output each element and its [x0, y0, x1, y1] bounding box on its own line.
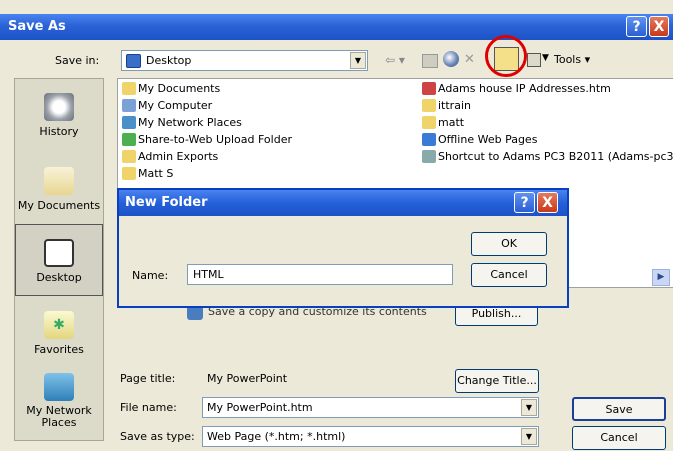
- file-name-label: File name:: [120, 401, 177, 414]
- new-folder-title: New Folder: [125, 195, 208, 210]
- network-icon: [122, 116, 136, 129]
- back-icon[interactable]: ⇦ ▾: [385, 53, 405, 67]
- search-web-icon[interactable]: [443, 51, 459, 67]
- close-button[interactable]: X: [649, 16, 669, 37]
- ok-button[interactable]: OK: [471, 232, 547, 256]
- save-as-dialog: Save As ? X Save in: Desktop ▼ ⇦ ▾ ✕ ▼ T…: [0, 0, 673, 451]
- shortcut-folder-icon: [422, 116, 436, 129]
- save-in-combo[interactable]: Desktop ▼: [121, 50, 368, 71]
- list-item[interactable]: Adams house IP Addresses.htm: [422, 82, 611, 95]
- place-network-label: My Network Places: [26, 404, 92, 429]
- offline-pages-icon: [422, 133, 436, 146]
- save-in-label: Save in:: [55, 54, 100, 67]
- place-my-network-places[interactable]: My Network Places: [15, 373, 103, 429]
- chevron-down-icon[interactable]: ▼: [350, 52, 366, 69]
- publish-icon: [187, 306, 203, 320]
- list-item[interactable]: Offline Web Pages: [422, 133, 537, 146]
- place-my-documents[interactable]: My Documents: [15, 167, 103, 212]
- new-folder-cancel-button[interactable]: Cancel: [471, 263, 547, 287]
- list-item[interactable]: Matt S: [122, 167, 173, 180]
- scroll-right-icon[interactable]: ▶: [652, 269, 670, 286]
- tools-menu[interactable]: Tools ▾: [554, 53, 590, 66]
- save-type-label: Save as type:: [120, 430, 195, 443]
- new-folder-help-button[interactable]: ?: [514, 192, 535, 213]
- change-title-button[interactable]: Change Title...: [455, 369, 539, 393]
- place-history-label: History: [39, 125, 79, 138]
- place-history[interactable]: History: [15, 93, 103, 138]
- chevron-down-icon[interactable]: ▼: [521, 399, 537, 416]
- folder-documents-icon: [44, 167, 74, 195]
- place-desktop-label: Desktop: [36, 271, 82, 284]
- favorites-folder-icon: ✱: [44, 311, 74, 339]
- highlight-circle: [485, 35, 527, 77]
- up-folder-icon[interactable]: [422, 54, 438, 68]
- delete-icon[interactable]: ✕: [464, 52, 475, 67]
- views-dropdown-icon[interactable]: ▼: [542, 53, 549, 63]
- list-item[interactable]: Shortcut to Adams PC3 B2011 (Adams-pc3: [422, 150, 673, 163]
- page-title-value: My PowerPoint: [207, 372, 288, 385]
- html-file-icon: [422, 82, 436, 95]
- list-item[interactable]: ittrain: [422, 99, 471, 112]
- chevron-down-icon[interactable]: ▼: [521, 428, 537, 445]
- list-item[interactable]: Admin Exports: [122, 150, 218, 163]
- place-favorites-label: Favorites: [34, 343, 84, 356]
- file-name-input[interactable]: My PowerPoint.htm ▼: [202, 397, 539, 418]
- computer-icon: [122, 99, 136, 112]
- folder-icon: [122, 82, 136, 95]
- page-title-label: Page title:: [120, 372, 176, 385]
- folder-icon: [122, 167, 136, 180]
- list-item[interactable]: My Documents: [122, 82, 220, 95]
- new-folder-dialog: New Folder ? X OK Name: HTML Cancel: [117, 188, 569, 308]
- save-type-value: Web Page (*.htm; *.html): [207, 430, 346, 443]
- list-item[interactable]: My Network Places: [122, 116, 242, 129]
- help-button[interactable]: ?: [626, 16, 647, 37]
- title-bar: Save As ? X: [0, 14, 673, 40]
- save-in-value: Desktop: [146, 54, 192, 67]
- folder-icon: [122, 150, 136, 163]
- new-folder-close-button[interactable]: X: [537, 192, 558, 213]
- save-type-select[interactable]: Web Page (*.htm; *.html) ▼: [202, 426, 539, 447]
- web-folder-icon: [122, 133, 136, 146]
- list-item[interactable]: Share-to-Web Upload Folder: [122, 133, 292, 146]
- shortcut-folder-icon: [422, 99, 436, 112]
- folder-name-value: HTML: [193, 268, 224, 281]
- network-icon: [44, 373, 74, 401]
- window-title: Save As: [8, 19, 66, 34]
- save-button[interactable]: Save: [572, 397, 666, 421]
- place-favorites[interactable]: ✱ Favorites: [15, 311, 103, 356]
- name-label: Name:: [132, 269, 169, 282]
- places-bar: History My Documents Desktop ✱ Favorites…: [14, 78, 104, 441]
- desktop-icon: [126, 54, 141, 68]
- shortcut-icon: [422, 150, 436, 163]
- place-my-documents-label: My Documents: [17, 199, 101, 212]
- list-item[interactable]: My Computer: [122, 99, 212, 112]
- desktop-icon: [44, 239, 74, 267]
- clock-icon: [44, 93, 74, 121]
- cancel-button[interactable]: Cancel: [572, 426, 666, 450]
- file-name-value: My PowerPoint.htm: [207, 401, 313, 414]
- list-item[interactable]: matt: [422, 116, 464, 129]
- place-desktop[interactable]: Desktop: [15, 224, 103, 296]
- new-folder-title-bar: New Folder ? X: [119, 190, 567, 216]
- folder-name-input[interactable]: HTML: [187, 264, 453, 285]
- views-icon[interactable]: [527, 53, 541, 67]
